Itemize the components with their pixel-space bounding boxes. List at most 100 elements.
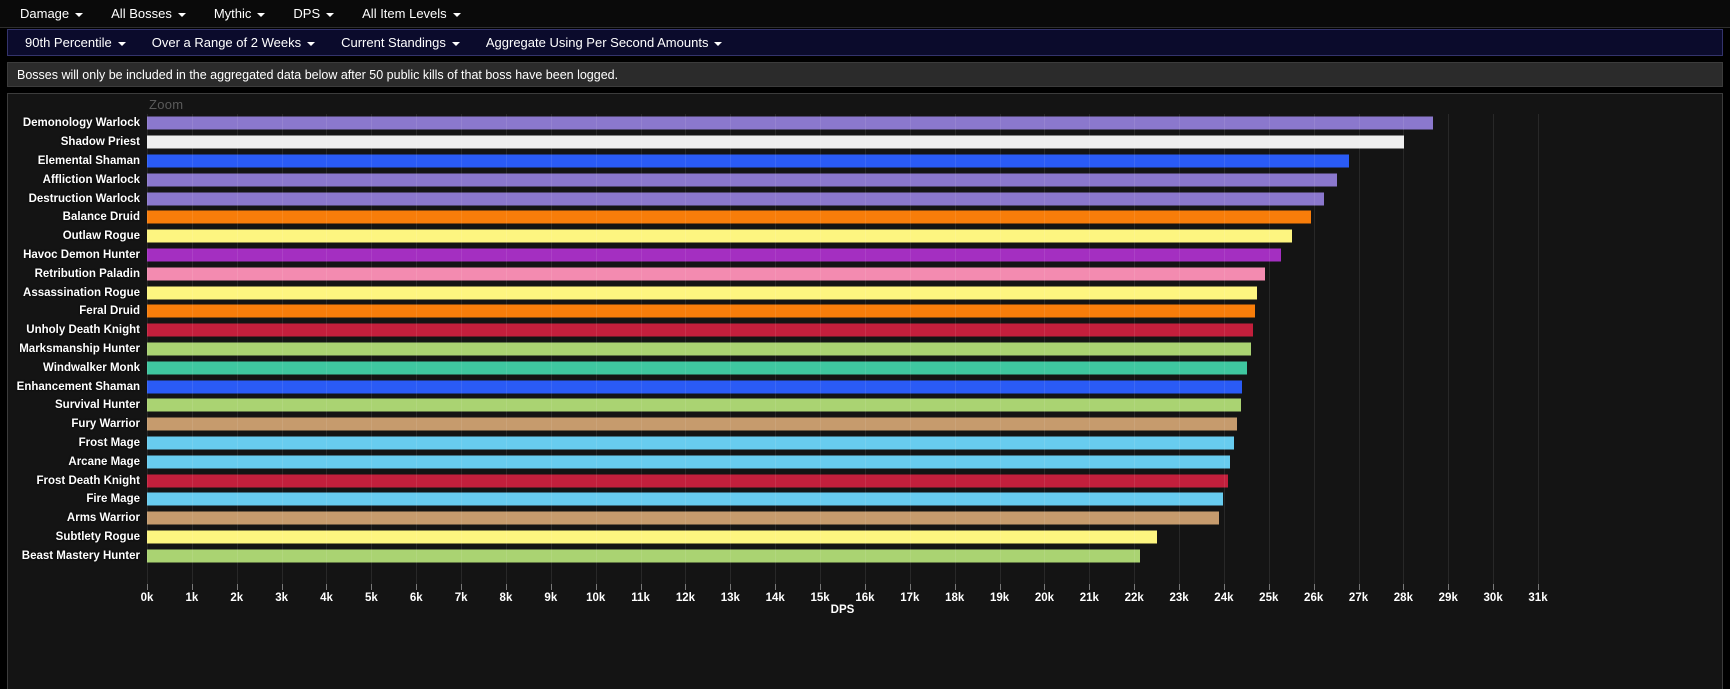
x-axis-tick — [550, 584, 552, 590]
bar[interactable] — [147, 455, 1230, 469]
bar-row[interactable]: Marksmanship Hunter — [8, 340, 1722, 359]
bar[interactable] — [147, 474, 1228, 488]
bar-row[interactable]: Subtlety Rogue — [8, 528, 1722, 547]
bar-row[interactable]: Frost Mage — [8, 434, 1722, 453]
bar-category-label: Survival Hunter — [55, 399, 140, 412]
x-axis-tick-label: 0k — [140, 592, 154, 604]
bar-row[interactable]: Shadow Priest — [8, 133, 1722, 152]
x-axis-tick-label: 31k — [1528, 592, 1548, 604]
notice-text: Bosses will only be included in the aggr… — [17, 67, 619, 82]
bar[interactable] — [147, 380, 1243, 394]
nav-item-damage[interactable]: Damage — [6, 3, 97, 24]
bar-row[interactable]: Destruction Warlock — [8, 189, 1722, 208]
nav-item-label: Mythic — [213, 6, 252, 21]
bar[interactable] — [147, 417, 1238, 431]
x-axis-tick — [820, 584, 822, 590]
bar[interactable] — [147, 530, 1157, 544]
x-axis-tick — [236, 584, 238, 590]
bar[interactable] — [147, 135, 1404, 149]
x-axis-tick — [640, 584, 642, 590]
bar[interactable] — [147, 210, 1311, 224]
chevron-down-icon — [714, 41, 723, 46]
x-axis-tick — [461, 584, 463, 590]
bar-track — [147, 283, 1698, 302]
x-axis-tick-label: 24k — [1214, 592, 1234, 604]
bar-row[interactable]: Arms Warrior — [8, 509, 1722, 528]
x-axis-tick — [730, 584, 732, 590]
bar-row[interactable]: Feral Druid — [8, 302, 1722, 321]
bar[interactable] — [147, 511, 1220, 525]
bar-row[interactable]: Windwalker Monk — [8, 358, 1722, 377]
bar-category-label: Beast Mastery Hunter — [21, 549, 140, 562]
bar[interactable] — [147, 267, 1266, 281]
chevron-down-icon — [257, 12, 266, 17]
chevron-down-icon — [117, 41, 126, 46]
bar-category-label: Elemental Shaman — [37, 154, 140, 167]
x-axis-tick-label: 8k — [499, 592, 513, 604]
bar-row[interactable]: Fury Warrior — [8, 415, 1722, 434]
bar-track — [147, 208, 1698, 227]
bar-track — [147, 114, 1698, 133]
bar[interactable] — [147, 154, 1349, 168]
bar-row[interactable]: Beast Mastery Hunter — [8, 546, 1722, 565]
bar[interactable] — [147, 173, 1337, 187]
nav-item-all-bosses[interactable]: All Bosses — [97, 3, 200, 24]
nav-item-standings[interactable]: Current Standings — [328, 32, 473, 53]
bar[interactable] — [147, 549, 1141, 563]
nav-item-mythic[interactable]: Mythic — [200, 3, 280, 24]
bar-row[interactable]: Arcane Mage — [8, 452, 1722, 471]
bar[interactable] — [147, 116, 1433, 130]
nav-item-percentile[interactable]: 90th Percentile — [12, 32, 139, 53]
bar-category-label: Feral Druid — [79, 305, 140, 318]
bar-category-label: Affliction Warlock — [42, 173, 140, 186]
x-axis-tick — [147, 584, 148, 590]
bar-row[interactable]: Balance Druid — [8, 208, 1722, 227]
bar-track — [147, 396, 1698, 415]
bar-category-label: Shadow Priest — [60, 136, 140, 149]
bar[interactable] — [147, 229, 1292, 243]
nav-item-time-range[interactable]: Over a Range of 2 Weeks — [139, 32, 328, 53]
bar-track — [147, 152, 1698, 171]
bar-row[interactable]: Enhancement Shaman — [8, 377, 1722, 396]
bar[interactable] — [147, 398, 1241, 412]
bar-row[interactable]: Survival Hunter — [8, 396, 1722, 415]
nav-item-dps[interactable]: DPS — [279, 3, 348, 24]
bar-category-label: Marksmanship Hunter — [19, 342, 140, 355]
bar-row[interactable]: Demonology Warlock — [8, 114, 1722, 133]
bar-row[interactable]: Elemental Shaman — [8, 152, 1722, 171]
bar[interactable] — [147, 436, 1234, 450]
nav-item-all-item-levels[interactable]: All Item Levels — [348, 3, 475, 24]
x-axis-tick — [326, 584, 328, 590]
bar[interactable] — [147, 361, 1248, 375]
bar[interactable] — [147, 192, 1324, 206]
bar[interactable] — [147, 248, 1281, 262]
x-axis-tick — [416, 584, 418, 590]
bar[interactable] — [147, 342, 1251, 356]
bar-row[interactable]: Retribution Paladin — [8, 264, 1722, 283]
bar-row[interactable]: Fire Mage — [8, 490, 1722, 509]
x-axis-tick-label: 2k — [230, 592, 244, 604]
zoom-label[interactable]: Zoom — [149, 97, 183, 112]
bar-row[interactable]: Frost Death Knight — [8, 471, 1722, 490]
bar-track — [147, 490, 1698, 509]
bar-row[interactable]: Affliction Warlock — [8, 170, 1722, 189]
bar[interactable] — [147, 492, 1223, 506]
bar-row[interactable]: Havoc Demon Hunter — [8, 246, 1722, 265]
x-axis-tick-label: 28k — [1393, 592, 1413, 604]
x-axis-tick-label: 26k — [1304, 592, 1324, 604]
bar-row[interactable]: Unholy Death Knight — [8, 321, 1722, 340]
x-axis-tick — [775, 584, 777, 590]
x-axis-tick-label: 11k — [631, 592, 650, 604]
bar-row[interactable]: Assassination Rogue — [8, 283, 1722, 302]
bar[interactable] — [147, 286, 1257, 300]
nav-item-label: 90th Percentile — [25, 35, 112, 50]
bar-category-label: Unholy Death Knight — [26, 324, 140, 337]
bar[interactable] — [147, 304, 1256, 318]
bar-row[interactable]: Outlaw Rogue — [8, 227, 1722, 246]
bar-track — [147, 528, 1698, 547]
nav-item-aggregate-mode[interactable]: Aggregate Using Per Second Amounts — [473, 32, 736, 53]
x-axis-tick — [1403, 584, 1405, 590]
x-axis-tick — [954, 584, 956, 590]
primary-toolbar: Damage All Bosses Mythic DPS All Item Le… — [0, 0, 1730, 28]
bar[interactable] — [147, 323, 1253, 337]
